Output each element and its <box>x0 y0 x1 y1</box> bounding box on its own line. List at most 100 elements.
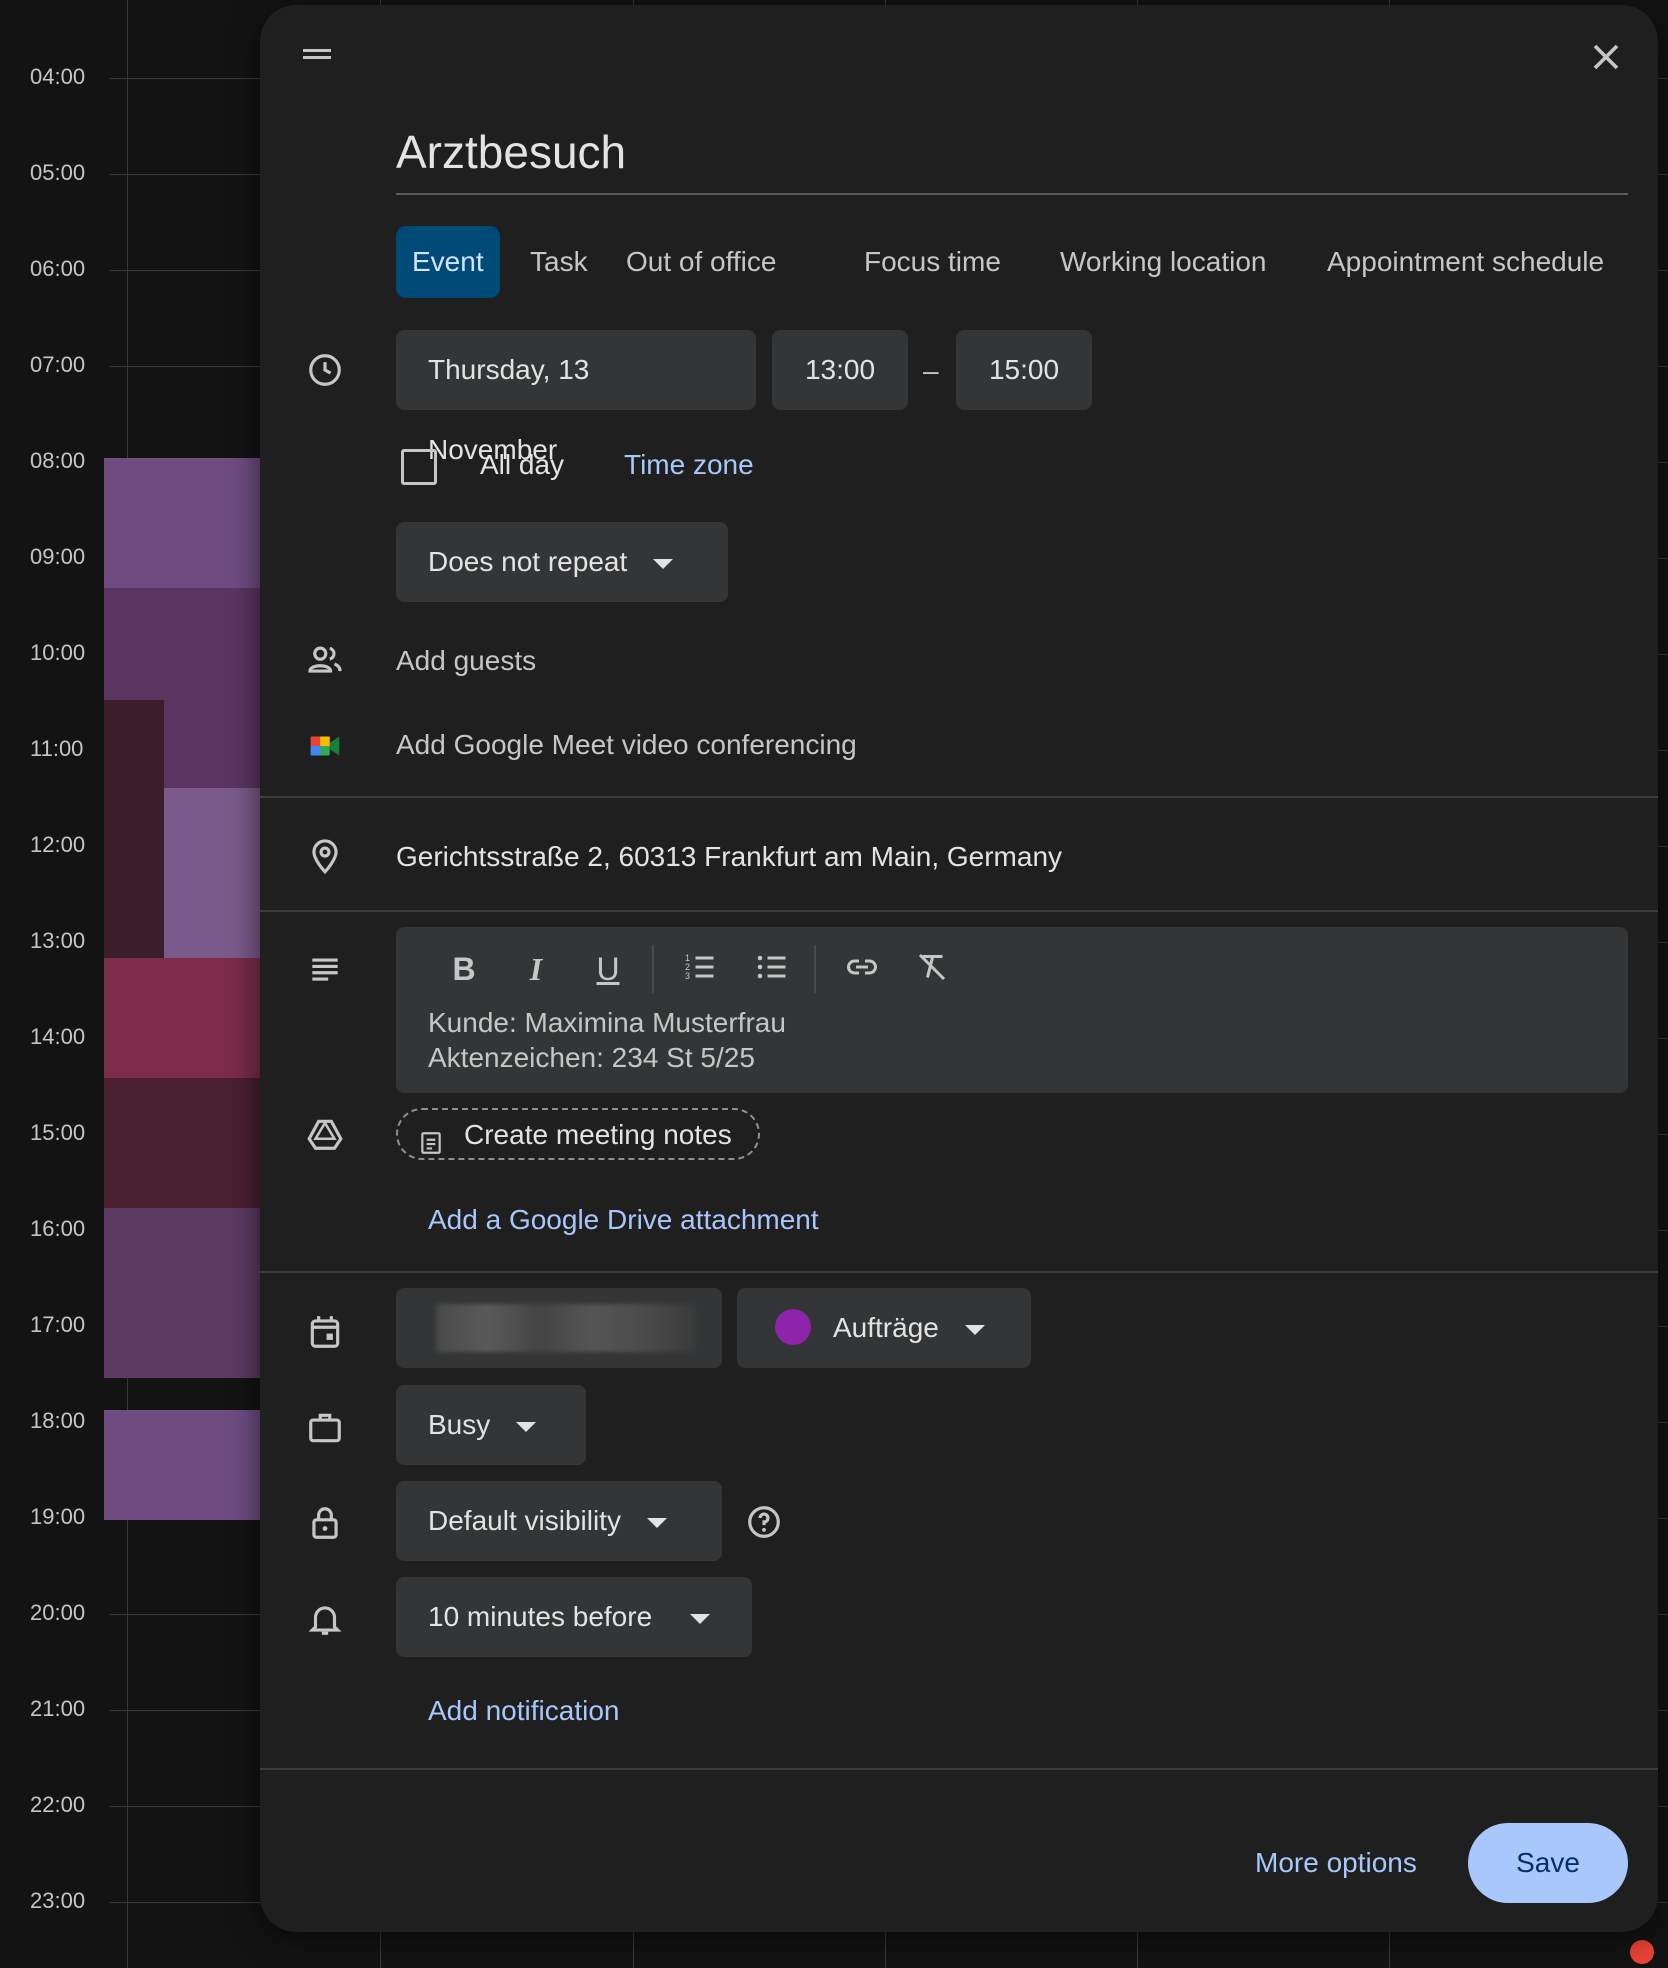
google-meet-icon <box>306 727 344 770</box>
availability-dropdown[interactable]: Busy <box>396 1385 586 1465</box>
add-notification-link[interactable]: Add notification <box>428 1695 619 1727</box>
tab-out-of-office[interactable]: Out of office <box>610 226 792 298</box>
description-editor[interactable]: B I U 123 Kunde: Maximina Musterfrau Akt… <box>396 927 1628 1093</box>
add-guests-input[interactable]: Add guests <box>396 645 536 677</box>
hour-label: 14:00 <box>30 1024 86 1049</box>
people-icon <box>306 641 344 684</box>
save-button[interactable]: Save <box>1468 1823 1628 1903</box>
link-icon[interactable] <box>842 949 882 989</box>
availability-value: Busy <box>428 1409 491 1440</box>
event-block[interactable] <box>104 700 164 960</box>
description-line: Kunde: Maximina Musterfrau <box>428 1007 786 1038</box>
hour-label: 06:00 <box>30 256 86 281</box>
hour-label: 12:00 <box>30 832 86 857</box>
redacted-calendar-owner <box>436 1304 696 1352</box>
time-zone-link[interactable]: Time zone <box>624 449 754 481</box>
tab-working-location[interactable]: Working location <box>1044 226 1282 298</box>
chevron-down-icon <box>964 1324 985 1335</box>
location-input[interactable]: Gerichtsstraße 2, 60313 Frankfurt am Mai… <box>396 841 1062 873</box>
repeat-value: Does not repeat <box>428 546 628 577</box>
hour-label: 09:00 <box>30 544 86 569</box>
notification-value: 10 minutes before <box>428 1601 653 1632</box>
help-icon[interactable] <box>745 1503 783 1546</box>
hour-label: 04:00 <box>30 64 86 89</box>
hour-label: 21:00 <box>30 1696 86 1721</box>
description-text: Kunde: Maximina Musterfrau Aktenzeichen:… <box>428 1005 786 1075</box>
bold-icon[interactable]: B <box>444 949 484 989</box>
calendar-icon <box>306 1313 344 1356</box>
start-time-picker[interactable]: 13:00 <box>772 330 908 410</box>
calendar-owner-select[interactable] <box>396 1288 722 1368</box>
hour-label: 23:00 <box>30 1888 86 1913</box>
hour-label: 19:00 <box>30 1504 86 1529</box>
end-time-picker[interactable]: 15:00 <box>956 330 1092 410</box>
hour-label: 08:00 <box>30 448 86 473</box>
more-options-button[interactable]: More options <box>1255 1847 1417 1879</box>
notification-dropdown[interactable]: 10 minutes before <box>396 1577 752 1657</box>
bell-icon <box>306 1600 344 1643</box>
chevron-down-icon <box>690 1613 711 1624</box>
event-block[interactable] <box>104 458 260 588</box>
drag-handle-icon[interactable] <box>303 49 331 59</box>
event-quick-create-dialog: Arztbesuch Event Task Out of office Focu… <box>260 5 1658 1932</box>
hour-label: 10:00 <box>30 640 86 665</box>
close-icon[interactable] <box>1584 35 1628 79</box>
event-block[interactable] <box>104 1208 260 1378</box>
create-meeting-notes-label: Create meeting notes <box>464 1119 732 1150</box>
date-picker[interactable]: Thursday, 13 November <box>396 330 756 465</box>
event-block[interactable] <box>104 1410 260 1520</box>
hour-label: 07:00 <box>30 352 86 377</box>
hour-label: 22:00 <box>30 1792 86 1817</box>
clock-icon <box>306 351 344 394</box>
google-drive-icon <box>306 1115 344 1158</box>
hour-label: 20:00 <box>30 1600 86 1625</box>
add-drive-attachment-link[interactable]: Add a Google Drive attachment <box>428 1204 819 1236</box>
visibility-value: Default visibility <box>428 1505 621 1536</box>
hour-label: 17:00 <box>30 1312 86 1337</box>
chevron-down-icon <box>516 1421 537 1432</box>
italic-icon[interactable]: I <box>516 949 556 989</box>
hour-label: 11:00 <box>30 736 84 761</box>
all-day-label: All day <box>480 449 565 480</box>
briefcase-icon <box>306 1409 344 1452</box>
lock-icon <box>306 1504 344 1547</box>
section-divider <box>260 910 1658 912</box>
calendar-color-dot <box>775 1308 811 1345</box>
toolbar-separator <box>652 945 654 993</box>
bulleted-list-icon[interactable] <box>752 949 792 989</box>
hour-label: 15:00 <box>30 1120 86 1145</box>
calendar-name: Aufträge <box>833 1312 939 1343</box>
svg-text:3: 3 <box>685 971 690 981</box>
tab-focus-time[interactable]: Focus time <box>848 226 1017 298</box>
section-divider <box>260 1271 1658 1273</box>
time-range-dash: – <box>923 355 939 386</box>
add-meet-button[interactable]: Add Google Meet video conferencing <box>396 729 857 761</box>
calendar-color-select[interactable]: Aufträge <box>737 1288 1031 1368</box>
hour-label: 13:00 <box>30 928 86 953</box>
section-divider <box>260 1768 1658 1770</box>
event-block[interactable] <box>104 1078 260 1208</box>
hour-label: 16:00 <box>30 1216 86 1241</box>
current-time-dot <box>1630 1940 1654 1964</box>
event-block[interactable] <box>164 788 260 958</box>
chevron-down-icon <box>653 558 674 569</box>
tab-appointment-schedule[interactable]: Appointment schedule <box>1311 226 1620 298</box>
create-meeting-notes-button[interactable]: Create meeting notes <box>396 1108 760 1160</box>
location-pin-icon <box>306 837 344 880</box>
tab-event[interactable]: Event <box>396 226 500 298</box>
numbered-list-icon[interactable]: 123 <box>680 949 720 989</box>
event-title-input[interactable]: Arztbesuch <box>396 125 1628 195</box>
tab-task[interactable]: Task <box>514 226 604 298</box>
clear-formatting-icon[interactable] <box>912 949 952 989</box>
chevron-down-icon <box>646 1517 667 1528</box>
toolbar-separator <box>814 945 816 993</box>
hour-label: 18:00 <box>30 1408 86 1433</box>
description-icon <box>306 949 344 992</box>
all-day-checkbox[interactable] <box>401 449 437 485</box>
description-line: Aktenzeichen: 234 St 5/25 <box>428 1042 755 1073</box>
event-block[interactable] <box>104 958 260 1078</box>
visibility-dropdown[interactable]: Default visibility <box>396 1481 722 1561</box>
repeat-dropdown[interactable]: Does not repeat <box>396 522 728 602</box>
hour-label: 05:00 <box>30 160 86 185</box>
underline-icon[interactable]: U <box>588 949 628 989</box>
